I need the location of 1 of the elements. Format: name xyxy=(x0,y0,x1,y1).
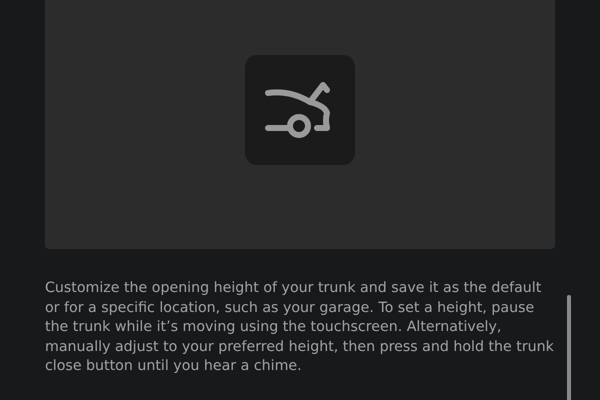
description-text: Customize the opening height of your trunk and save it as the default or for a specific location, such as your garage. To set a height, pause the trunk while it’s moving using the touchscreen. Alternatively, manually adjust to your preferred height, then press and hold the trunk close button until you hear a chime. xyxy=(45,279,555,376)
